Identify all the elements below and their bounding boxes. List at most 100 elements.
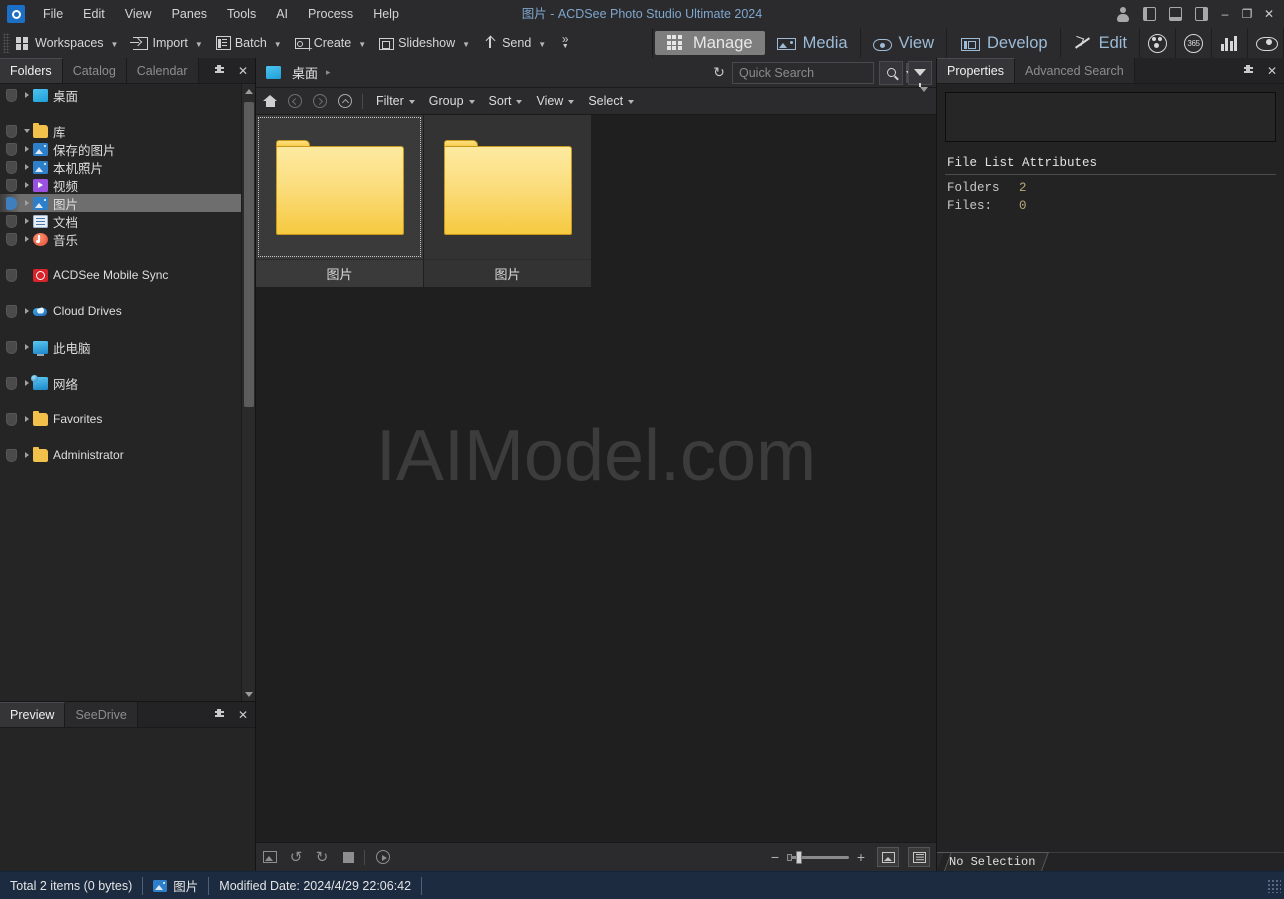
- chevron-down-icon[interactable]: ▼: [462, 40, 470, 49]
- scroll-up-icon[interactable]: [242, 84, 255, 98]
- mode-tab-manage[interactable]: Manage: [654, 31, 765, 55]
- filter-menu[interactable]: Filter: [370, 90, 423, 112]
- list-view-button[interactable]: [908, 847, 930, 867]
- thumbnail-item[interactable]: 图片: [424, 115, 592, 287]
- folder-tree[interactable]: 桌面 库 保存的图片 本机照片 视频 图片 文档 音乐 ACDSee Mobil…: [0, 84, 255, 701]
- expand-caret-icon[interactable]: [21, 200, 33, 206]
- tree-item-documents[interactable]: 文档: [0, 212, 255, 230]
- menu-item-ai[interactable]: AI: [266, 0, 298, 28]
- tree-item-network[interactable]: 网络: [0, 374, 255, 392]
- expand-caret-icon[interactable]: [21, 236, 33, 242]
- expand-caret-icon[interactable]: [21, 344, 33, 350]
- up-icon[interactable]: [334, 90, 356, 112]
- pin-icon[interactable]: [1236, 58, 1260, 84]
- slideshow-button[interactable]: Slideshow ▼: [375, 30, 479, 56]
- chevron-down-icon[interactable]: ▼: [358, 40, 366, 49]
- send-button[interactable]: Send ▼: [479, 30, 555, 56]
- tree-item-desktop[interactable]: 桌面: [0, 86, 255, 104]
- thumbnail-view[interactable]: 图片 图片 IAIModel.com: [256, 115, 936, 843]
- tree-item-saved-pictures[interactable]: 保存的图片: [0, 140, 255, 158]
- filter-button[interactable]: [908, 60, 932, 87]
- menu-item-view[interactable]: View: [115, 0, 162, 28]
- menu-item-help[interactable]: Help: [363, 0, 409, 28]
- camera-button[interactable]: [1248, 28, 1284, 58]
- view-menu[interactable]: View: [530, 90, 582, 112]
- zoom-out-button[interactable]: −: [768, 849, 782, 865]
- tree-item-local-photos[interactable]: 本机照片: [0, 158, 255, 176]
- maximize-button[interactable]: ❐: [1236, 0, 1258, 28]
- expand-caret-icon[interactable]: [21, 182, 33, 188]
- tab-preview[interactable]: Preview: [0, 702, 66, 727]
- search-button[interactable]: [879, 60, 903, 85]
- zoom-slider[interactable]: [787, 850, 849, 864]
- menu-item-process[interactable]: Process: [298, 0, 363, 28]
- bottom-panel-toggle-icon[interactable]: [1162, 0, 1188, 28]
- expand-caret-icon[interactable]: [21, 452, 33, 458]
- tree-item-pictures[interactable]: 图片: [0, 194, 255, 212]
- save-image-icon[interactable]: [258, 845, 282, 869]
- expand-caret-icon[interactable]: [21, 92, 33, 98]
- group-menu[interactable]: Group: [423, 90, 483, 112]
- create-button[interactable]: Create ▼: [291, 30, 375, 56]
- chevron-down-icon[interactable]: ▼: [195, 40, 203, 49]
- scroll-down-icon[interactable]: [242, 687, 255, 701]
- import-button[interactable]: Import ▼: [127, 30, 211, 56]
- workspaces-button[interactable]: Workspaces ▼: [12, 30, 127, 56]
- breadcrumb[interactable]: 桌面 ▸: [256, 63, 331, 82]
- mode-tab-view[interactable]: View: [861, 28, 948, 58]
- close-button[interactable]: ✕: [1258, 0, 1280, 28]
- breadcrumb-arrow-icon[interactable]: ▸: [326, 67, 331, 78]
- collapse-caret-icon[interactable]: [21, 129, 33, 133]
- menu-item-edit[interactable]: Edit: [73, 0, 115, 28]
- menu-item-tools[interactable]: Tools: [217, 0, 266, 28]
- chevron-down-icon[interactable]: ▼: [538, 40, 546, 49]
- thumbnail-view-button[interactable]: [877, 847, 899, 867]
- left-panel-toggle-icon[interactable]: [1136, 0, 1162, 28]
- tree-item-administrator[interactable]: Administrator: [0, 446, 255, 464]
- tab-properties[interactable]: Properties: [937, 58, 1015, 83]
- minimize-button[interactable]: –: [1214, 0, 1236, 28]
- menu-item-file[interactable]: File: [33, 0, 73, 28]
- tree-item-library[interactable]: 库: [0, 122, 255, 140]
- tab-calendar[interactable]: Calendar: [126, 58, 199, 83]
- refresh-icon[interactable]: ↻: [708, 62, 730, 84]
- zoom-in-button[interactable]: +: [854, 849, 868, 865]
- expand-caret-icon[interactable]: [21, 416, 33, 422]
- tree-item-acdsee-mobile-sync[interactable]: ACDSee Mobile Sync: [0, 266, 255, 284]
- menu-item-panes[interactable]: Panes: [162, 0, 217, 28]
- rotate-left-icon[interactable]: ↺: [284, 845, 308, 869]
- statistics-button[interactable]: [1212, 28, 1248, 58]
- chevron-down-icon[interactable]: ▼: [274, 40, 282, 49]
- filter-row-overflow[interactable]: [920, 87, 936, 110]
- tree-item-favorites[interactable]: Favorites: [0, 410, 255, 428]
- pin-icon[interactable]: [207, 702, 231, 728]
- close-icon[interactable]: ✕: [231, 58, 255, 84]
- forward-icon[interactable]: [309, 90, 331, 112]
- home-icon[interactable]: [259, 90, 281, 112]
- sort-menu[interactable]: Sort: [483, 90, 531, 112]
- chevron-down-icon[interactable]: ▼: [111, 40, 119, 49]
- tab-catalog[interactable]: Catalog: [62, 58, 127, 83]
- tab-folders[interactable]: Folders: [0, 58, 63, 83]
- quick-search-box[interactable]: [732, 61, 912, 84]
- tab-seedrive[interactable]: SeeDrive: [65, 702, 138, 727]
- pin-icon[interactable]: [207, 58, 231, 84]
- tree-item-videos[interactable]: 视频: [0, 176, 255, 194]
- resize-grip[interactable]: [1267, 878, 1281, 893]
- close-icon[interactable]: ✕: [231, 702, 255, 728]
- back-icon[interactable]: [284, 90, 306, 112]
- thumbnail-item[interactable]: 图片: [256, 115, 424, 287]
- rotate-right-icon[interactable]: ↻: [310, 845, 334, 869]
- tab-advanced-search[interactable]: Advanced Search: [1014, 58, 1135, 83]
- stop-icon[interactable]: [336, 845, 360, 869]
- select-menu[interactable]: Select: [582, 90, 642, 112]
- tree-item-this-pc[interactable]: 此电脑: [0, 338, 255, 356]
- account-avatar-icon[interactable]: [1110, 0, 1136, 28]
- mode-tab-media[interactable]: Media: [765, 28, 861, 58]
- toolbar-overflow-button[interactable]: » ▼: [555, 33, 575, 51]
- acdsee-365-button[interactable]: 365: [1176, 28, 1212, 58]
- play-icon[interactable]: [371, 845, 395, 869]
- toolbar-grip[interactable]: [3, 33, 10, 53]
- expand-caret-icon[interactable]: [21, 146, 33, 152]
- expand-caret-icon[interactable]: [21, 308, 33, 314]
